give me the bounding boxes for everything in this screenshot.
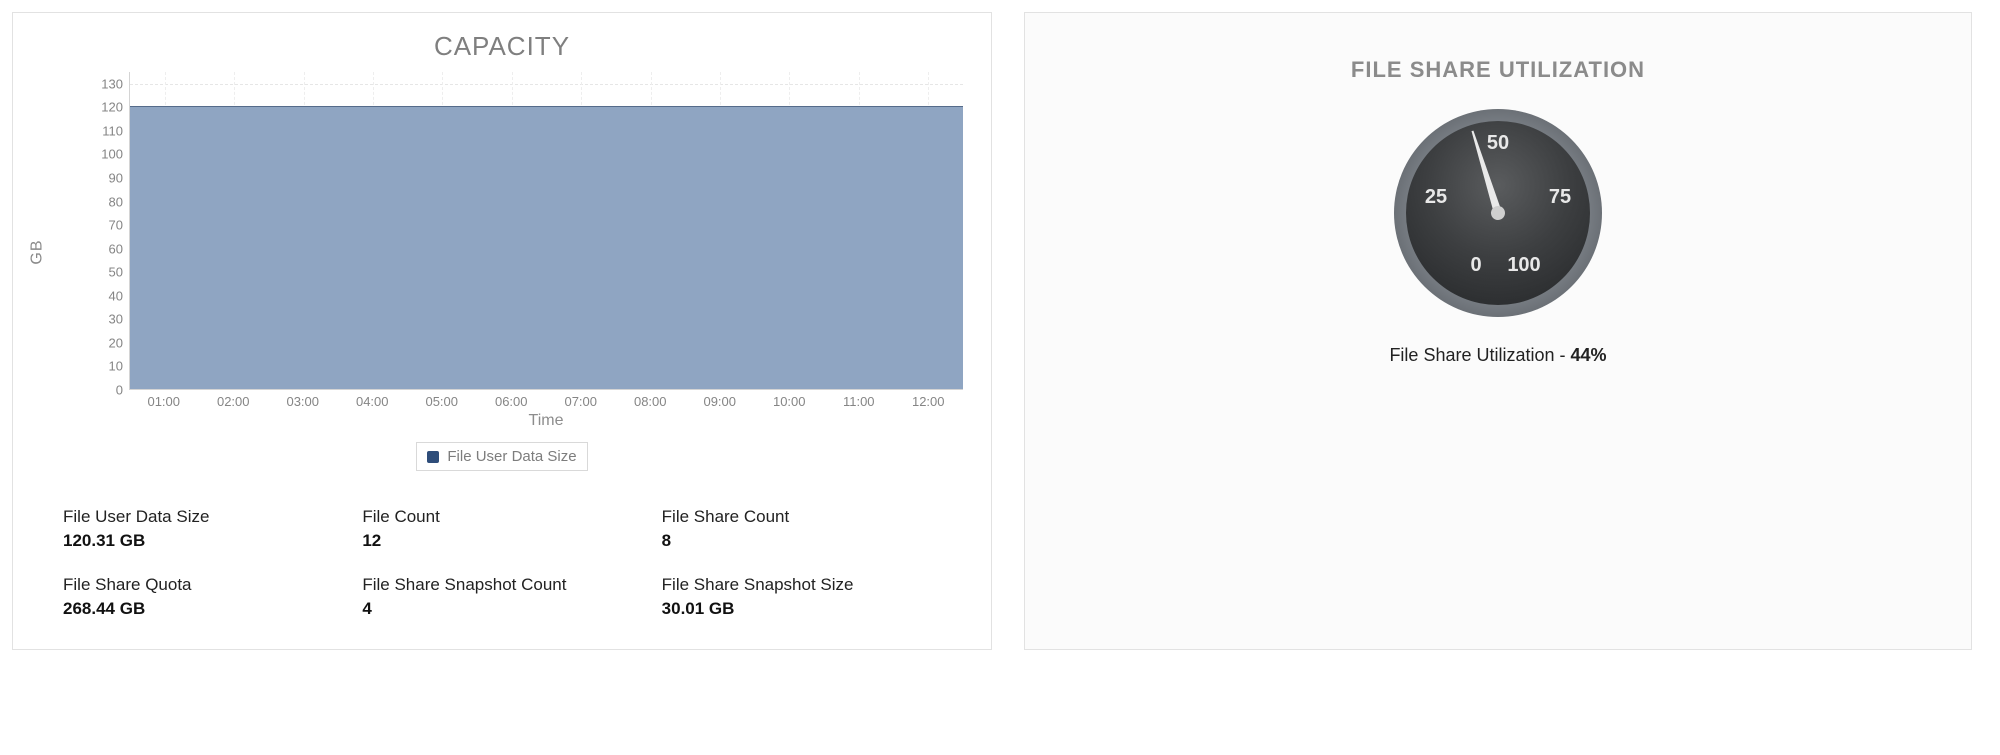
capacity-y-tick: 100: [101, 147, 123, 162]
capacity-x-axis: Time 01:00 02:00 03:00 04:00 05:00 06:00 07:00…: [129, 390, 963, 432]
gauge-tick-75: 75: [1549, 186, 1571, 208]
capacity-x-axis-label: Time: [129, 412, 963, 430]
utilization-title: FILE SHARE UTILIZATION: [1025, 13, 1971, 103]
capacity-area-fill: [130, 106, 963, 390]
capacity-x-tick: 08:00: [634, 394, 667, 409]
capacity-legend: File User Data Size: [416, 442, 587, 471]
stat-value: 268.44 GB: [63, 599, 342, 619]
capacity-y-axis: 0102030405060708090100110120130: [83, 72, 129, 390]
gauge-tick-100: 100: [1507, 254, 1540, 276]
capacity-plot-area: [129, 72, 963, 390]
capacity-x-tick: 06:00: [495, 394, 528, 409]
stat-file-user-data-size: File User Data Size 120.31 GB: [63, 507, 342, 551]
capacity-x-tick: 04:00: [356, 394, 389, 409]
gauge-tick-0: 0: [1470, 254, 1481, 276]
utilization-gauge-wrap: 50 25 75 0 100 File Share Utilization - …: [1025, 103, 1971, 366]
capacity-x-tick: 05:00: [425, 394, 458, 409]
capacity-legend-label: File User Data Size: [447, 448, 576, 465]
capacity-x-tick: 09:00: [703, 394, 736, 409]
gauge-tick-25: 25: [1425, 186, 1447, 208]
stat-value: 8: [662, 531, 941, 551]
stat-label: File Share Quota: [63, 575, 342, 595]
capacity-y-tick: 90: [109, 171, 123, 186]
capacity-y-tick: 40: [109, 288, 123, 303]
capacity-x-tick: 01:00: [147, 394, 180, 409]
capacity-y-tick: 110: [102, 123, 123, 138]
stat-file-share-count: File Share Count 8: [662, 507, 941, 551]
capacity-y-axis-label: GB: [29, 239, 47, 264]
legend-swatch-icon: [427, 451, 439, 463]
utilization-caption-prefix: File Share Utilization -: [1389, 345, 1570, 365]
utilization-panel: FILE SHARE UTILIZATION: [1024, 12, 1972, 650]
capacity-y-tick: 80: [109, 194, 123, 209]
capacity-y-tick: 130: [101, 76, 123, 91]
stat-label: File Share Snapshot Size: [662, 575, 941, 595]
stat-label: File User Data Size: [63, 507, 342, 527]
stat-label: File Share Count: [662, 507, 941, 527]
capacity-y-tick: 120: [101, 100, 123, 115]
capacity-x-tick: 02:00: [217, 394, 250, 409]
stat-file-share-quota: File Share Quota 268.44 GB: [63, 575, 342, 619]
stat-file-count: File Count 12: [362, 507, 641, 551]
capacity-y-tick: 10: [109, 359, 123, 374]
capacity-y-tick: 30: [109, 312, 123, 327]
stat-label: File Count: [362, 507, 641, 527]
stat-file-share-snapshot-count: File Share Snapshot Count 4: [362, 575, 641, 619]
capacity-y-tick: 60: [109, 241, 123, 256]
capacity-h-gridline: [130, 84, 963, 85]
capacity-stats-grid: File User Data Size 120.31 GB File Count…: [13, 471, 991, 649]
stat-label: File Share Snapshot Count: [362, 575, 641, 595]
capacity-x-tick: 07:00: [564, 394, 597, 409]
stat-file-share-snapshot-size: File Share Snapshot Size 30.01 GB: [662, 575, 941, 619]
capacity-x-tick: 10:00: [773, 394, 806, 409]
capacity-x-tick: 11:00: [843, 394, 875, 409]
capacity-chart: GB 0102030405060708090100110120130 Time …: [83, 72, 963, 432]
capacity-y-tick: 0: [116, 383, 123, 398]
stat-value: 4: [362, 599, 641, 619]
utilization-gauge: 50 25 75 0 100: [1388, 103, 1608, 323]
capacity-x-tick: 12:00: [912, 394, 945, 409]
capacity-y-tick: 50: [109, 265, 123, 280]
stat-value: 12: [362, 531, 641, 551]
capacity-x-tick: 03:00: [286, 394, 319, 409]
stat-value: 120.31 GB: [63, 531, 342, 551]
stat-value: 30.01 GB: [662, 599, 941, 619]
capacity-panel: CAPACITY GB 0102030405060708090100110120…: [12, 12, 992, 650]
utilization-caption-value: 44%: [1571, 345, 1607, 365]
capacity-y-tick: 70: [109, 218, 123, 233]
gauge-tick-50: 50: [1487, 132, 1509, 154]
utilization-caption: File Share Utilization - 44%: [1389, 345, 1606, 366]
capacity-title: CAPACITY: [13, 13, 991, 72]
capacity-y-tick: 20: [109, 335, 123, 350]
